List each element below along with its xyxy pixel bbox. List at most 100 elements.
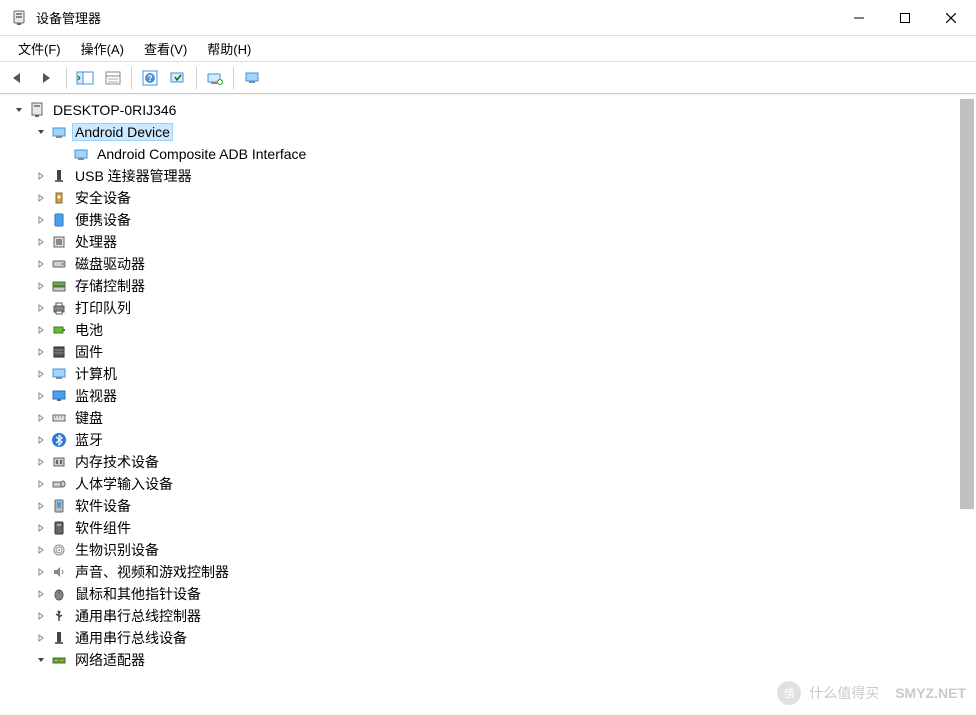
update-driver-button[interactable] xyxy=(201,65,229,91)
expander-right-icon[interactable] xyxy=(34,235,48,249)
expander-right-icon[interactable] xyxy=(34,301,48,315)
expander-right-icon[interactable] xyxy=(34,433,48,447)
tree-label: 安全设备 xyxy=(72,188,134,208)
tree-usb-connector[interactable]: USB 连接器管理器 xyxy=(0,165,976,187)
menu-file[interactable]: 文件(F) xyxy=(8,37,71,60)
tree-label: DESKTOP-0RIJ346 xyxy=(50,102,179,118)
keyboard-icon xyxy=(50,409,68,427)
expander-right-icon[interactable] xyxy=(34,587,48,601)
expander-right-icon[interactable] xyxy=(34,499,48,513)
expander-right-icon[interactable] xyxy=(34,455,48,469)
display-icon xyxy=(50,387,68,405)
tree-storage-controller[interactable]: 存储控制器 xyxy=(0,275,976,297)
device-tree[interactable]: DESKTOP-0RIJ346 Android Device Android C… xyxy=(0,95,976,711)
tree-label: 磁盘驱动器 xyxy=(72,254,148,274)
android-device-icon xyxy=(72,145,90,163)
tree-firmware[interactable]: 固件 xyxy=(0,341,976,363)
tree-android-adb[interactable]: Android Composite ADB Interface xyxy=(0,143,976,165)
tree-memory-tech[interactable]: 内存技术设备 xyxy=(0,451,976,473)
expander-right-icon[interactable] xyxy=(34,323,48,337)
expander-right-icon[interactable] xyxy=(34,609,48,623)
scrollbar-thumb[interactable] xyxy=(960,99,974,509)
tree-portable[interactable]: 便携设备 xyxy=(0,209,976,231)
expander-right-icon[interactable] xyxy=(34,367,48,381)
fingerprint-icon xyxy=(50,541,68,559)
expander-right-icon[interactable] xyxy=(34,257,48,271)
tree-monitor[interactable]: 监视器 xyxy=(0,385,976,407)
tree-security[interactable]: 安全设备 xyxy=(0,187,976,209)
menu-view[interactable]: 查看(V) xyxy=(134,37,197,60)
tree-label: USB 连接器管理器 xyxy=(72,166,195,186)
expander-right-icon[interactable] xyxy=(34,279,48,293)
tree-computer[interactable]: 计算机 xyxy=(0,363,976,385)
help-button[interactable]: ? xyxy=(136,65,164,91)
toolbar-separator xyxy=(196,67,197,89)
close-button[interactable] xyxy=(928,2,974,34)
tree-label: 蓝牙 xyxy=(72,430,106,450)
monitor-icon xyxy=(50,365,68,383)
maximize-button[interactable] xyxy=(882,2,928,34)
tree-root[interactable]: DESKTOP-0RIJ346 xyxy=(0,99,976,121)
tree-processor[interactable]: 处理器 xyxy=(0,231,976,253)
forward-button[interactable] xyxy=(34,65,62,91)
tree-label: 鼠标和其他指针设备 xyxy=(72,584,204,604)
expander-right-icon[interactable] xyxy=(34,191,48,205)
expander-right-icon[interactable] xyxy=(34,521,48,535)
tree-mouse[interactable]: 鼠标和其他指针设备 xyxy=(0,583,976,605)
tree-label: 打印队列 xyxy=(72,298,134,318)
window-controls xyxy=(836,2,974,34)
expander-down-icon[interactable] xyxy=(34,125,48,139)
expander-right-icon[interactable] xyxy=(34,169,48,183)
tree-bluetooth[interactable]: 蓝牙 xyxy=(0,429,976,451)
menu-action[interactable]: 操作(A) xyxy=(71,37,134,60)
menu-help[interactable]: 帮助(H) xyxy=(197,37,261,60)
minimize-button[interactable] xyxy=(836,2,882,34)
expander-right-icon[interactable] xyxy=(34,213,48,227)
svg-text:?: ? xyxy=(148,74,153,83)
watermark-text: 什么值得买 xyxy=(809,683,879,703)
tree-hid[interactable]: 人体学输入设备 xyxy=(0,473,976,495)
expander-down-icon[interactable] xyxy=(34,653,48,667)
tree-print-queue[interactable]: 打印队列 xyxy=(0,297,976,319)
properties-button[interactable] xyxy=(99,65,127,91)
tree-label: 电池 xyxy=(72,320,106,340)
tree-keyboard[interactable]: 键盘 xyxy=(0,407,976,429)
tree-usb-devices[interactable]: 通用串行总线设备 xyxy=(0,627,976,649)
tree-android-device[interactable]: Android Device xyxy=(0,121,976,143)
back-button[interactable] xyxy=(6,65,34,91)
firmware-icon xyxy=(50,343,68,361)
tree-sound[interactable]: 声音、视频和游戏控制器 xyxy=(0,561,976,583)
expander-right-icon[interactable] xyxy=(34,565,48,579)
watermark-badge: 值 xyxy=(777,681,801,705)
watermark: 值 什么值得买 SMYZ.NET xyxy=(777,681,966,705)
toolbar-separator xyxy=(131,67,132,89)
tree-battery[interactable]: 电池 xyxy=(0,319,976,341)
usb-controller-icon xyxy=(50,607,68,625)
battery-icon xyxy=(50,321,68,339)
tree-software-components[interactable]: 软件组件 xyxy=(0,517,976,539)
scan-hardware-button[interactable] xyxy=(164,65,192,91)
expander-right-icon[interactable] xyxy=(34,631,48,645)
tree-label: 生物识别设备 xyxy=(72,540,162,560)
expander-right-icon[interactable] xyxy=(34,345,48,359)
expander-down-icon[interactable] xyxy=(12,103,26,117)
expander-right-icon[interactable] xyxy=(34,477,48,491)
tree-software-devices[interactable]: 软件设备 xyxy=(0,495,976,517)
toolbar-separator xyxy=(233,67,234,89)
show-hide-tree-button[interactable] xyxy=(71,65,99,91)
hid-icon xyxy=(50,475,68,493)
tree-label: 网络适配器 xyxy=(72,650,148,670)
tree-label: Android Composite ADB Interface xyxy=(94,146,309,162)
expander-right-icon[interactable] xyxy=(34,411,48,425)
tree-biometric[interactable]: 生物识别设备 xyxy=(0,539,976,561)
printer-icon xyxy=(50,299,68,317)
devices-by-type-button[interactable] xyxy=(238,65,266,91)
tree-label: 便携设备 xyxy=(72,210,134,230)
tree-label: 声音、视频和游戏控制器 xyxy=(72,562,232,582)
tree-network[interactable]: 网络适配器 xyxy=(0,649,976,671)
tree-usb-controllers[interactable]: 通用串行总线控制器 xyxy=(0,605,976,627)
expander-right-icon[interactable] xyxy=(34,389,48,403)
tree-label: 监视器 xyxy=(72,386,120,406)
tree-disk[interactable]: 磁盘驱动器 xyxy=(0,253,976,275)
expander-right-icon[interactable] xyxy=(34,543,48,557)
